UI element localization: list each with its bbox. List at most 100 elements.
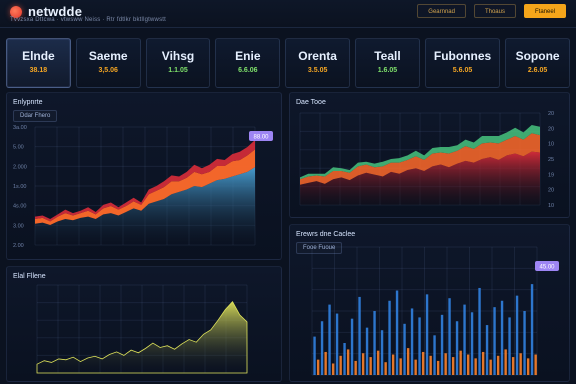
- top-button-2[interactable]: Thoaus: [473, 4, 516, 18]
- bar-blue: [530, 284, 534, 375]
- bar-blue: [515, 295, 519, 375]
- bar-orange: [384, 362, 387, 375]
- kpi-row: Elnde 38.18 Saeme 3,5.06 Vihsg 1.1.05 En…: [6, 38, 570, 88]
- y-axis-tick-label: 20: [548, 188, 554, 194]
- bar-blue: [455, 321, 459, 375]
- kpi-title: Saeme: [88, 49, 128, 63]
- bar-blue: [500, 300, 504, 375]
- kpi-value: 5.6.05: [452, 67, 473, 74]
- bar-blue: [418, 317, 421, 375]
- y-axis-tick-label: 10: [548, 142, 554, 148]
- bar-orange: [414, 359, 417, 375]
- bar-orange: [346, 349, 350, 375]
- area-chart-top-right: 20 20 10 25 19 20 10: [299, 111, 554, 209]
- tooltip: 45.00: [535, 261, 559, 271]
- bar-orange: [519, 353, 522, 375]
- bar-blue: [478, 287, 481, 375]
- bar-blue: [313, 336, 316, 375]
- y-axis-tick-label: 20: [548, 111, 554, 117]
- kpi-title: Fubonnes: [433, 49, 492, 63]
- top-actions: Gearnnad Thoaus Ftaneel: [417, 4, 566, 18]
- y-axis-tick-label: 4s.00: [13, 204, 26, 210]
- kpi-title: Elnde: [22, 49, 55, 63]
- y-axis-tick-label: 5.00: [13, 145, 24, 151]
- bar-blue: [365, 327, 369, 375]
- bar-blue: [410, 308, 414, 375]
- bar-orange: [376, 350, 380, 375]
- bar-orange: [316, 359, 320, 375]
- kpi-card-1[interactable]: Elnde 38.18: [6, 38, 71, 88]
- bar-orange: [429, 355, 432, 375]
- bar-orange: [511, 357, 515, 375]
- bar-orange: [421, 351, 425, 375]
- kpi-card-3[interactable]: Vihsg 1.1.05: [145, 38, 211, 88]
- bar-orange: [391, 354, 395, 375]
- bar-blue: [373, 311, 376, 375]
- bar-orange: [459, 350, 462, 375]
- y-axis-tick-label: 2.000: [13, 164, 27, 170]
- bar-orange: [489, 359, 492, 375]
- bar-orange: [324, 351, 327, 375]
- kpi-value: 1.6.05: [377, 67, 398, 74]
- kpi-title: Teall: [374, 49, 401, 63]
- kpi-card-4[interactable]: Enie 6.6.06: [215, 38, 281, 88]
- y-axis-tick-label: 19: [548, 172, 554, 178]
- bar-orange: [451, 357, 455, 375]
- bar-blue: [493, 307, 496, 375]
- bar-orange: [466, 354, 470, 375]
- bar-blue: [433, 335, 436, 375]
- bar-chart-bottom-right: 45.00: [311, 246, 559, 376]
- bar-blue: [335, 313, 339, 375]
- bar-blue: [350, 318, 354, 375]
- kpi-title: Orenta: [298, 49, 337, 63]
- top-button-3[interactable]: Ftaneel: [523, 4, 566, 18]
- bar-orange: [504, 349, 507, 375]
- y-axis-tick-label: 10: [548, 203, 554, 209]
- bar-blue: [440, 314, 444, 375]
- area-chart-bottom-left: [36, 284, 248, 374]
- bar-orange: [474, 358, 477, 375]
- y-axis-tick-label: 3.00: [13, 223, 24, 229]
- bar-blue: [380, 330, 384, 375]
- bar-blue: [448, 298, 451, 375]
- bar-blue: [463, 304, 466, 375]
- bar-blue: [395, 290, 399, 375]
- kpi-value: 1.1.05: [168, 67, 188, 74]
- bar-orange: [481, 351, 485, 375]
- y-axis-tick-label: 2.00: [13, 243, 24, 249]
- tooltip-label: 88.00: [253, 134, 269, 140]
- area-chart-top-left: 3a.00 5.00 2.000 1s.00 4s.00 3.00 2.00 88.00: [13, 125, 273, 249]
- bar-orange: [339, 355, 342, 375]
- top-button-1[interactable]: Gearnnad: [417, 4, 466, 18]
- kpi-title: Vihsg: [161, 49, 195, 63]
- bar-orange: [361, 353, 365, 375]
- bar-orange: [354, 360, 357, 375]
- bar-blue: [388, 300, 391, 375]
- bar-blue: [485, 325, 489, 375]
- top-bar: netwdde Tvvzsxa Dttcwa · vtwsww Neiss · …: [0, 0, 576, 28]
- bar-orange: [406, 348, 410, 375]
- bar-orange: [399, 358, 402, 375]
- kpi-card-6[interactable]: Teall 1.6.05: [355, 38, 420, 88]
- bar-blue: [403, 323, 406, 375]
- kpi-card-5[interactable]: Orenta 3.5.05: [285, 38, 351, 88]
- bar-blue: [523, 311, 526, 375]
- bar-blue: [343, 343, 346, 375]
- bar-orange: [331, 363, 335, 375]
- tooltip: 88.00: [249, 131, 273, 141]
- kpi-card-7[interactable]: Fubonnes 5.6.05: [424, 38, 501, 88]
- kpi-card-8[interactable]: Sopone 2.6.05: [505, 38, 570, 88]
- kpi-card-2[interactable]: Saeme 3,5.06: [75, 38, 141, 88]
- bar-blue: [358, 296, 361, 375]
- kpi-value: 6.6.06: [238, 67, 258, 74]
- y-axis-tick-label: 3a.00: [13, 125, 27, 131]
- kpi-title: Sopone: [515, 49, 560, 63]
- bar-blue: [508, 317, 511, 375]
- y-axis-tick-label: 20: [548, 126, 554, 132]
- bar-blue: [425, 294, 429, 375]
- kpi-title: Enie: [235, 49, 261, 63]
- bar-orange: [496, 355, 500, 375]
- bar-orange: [526, 358, 530, 375]
- bar-blue: [470, 312, 474, 375]
- bar-orange: [534, 354, 537, 375]
